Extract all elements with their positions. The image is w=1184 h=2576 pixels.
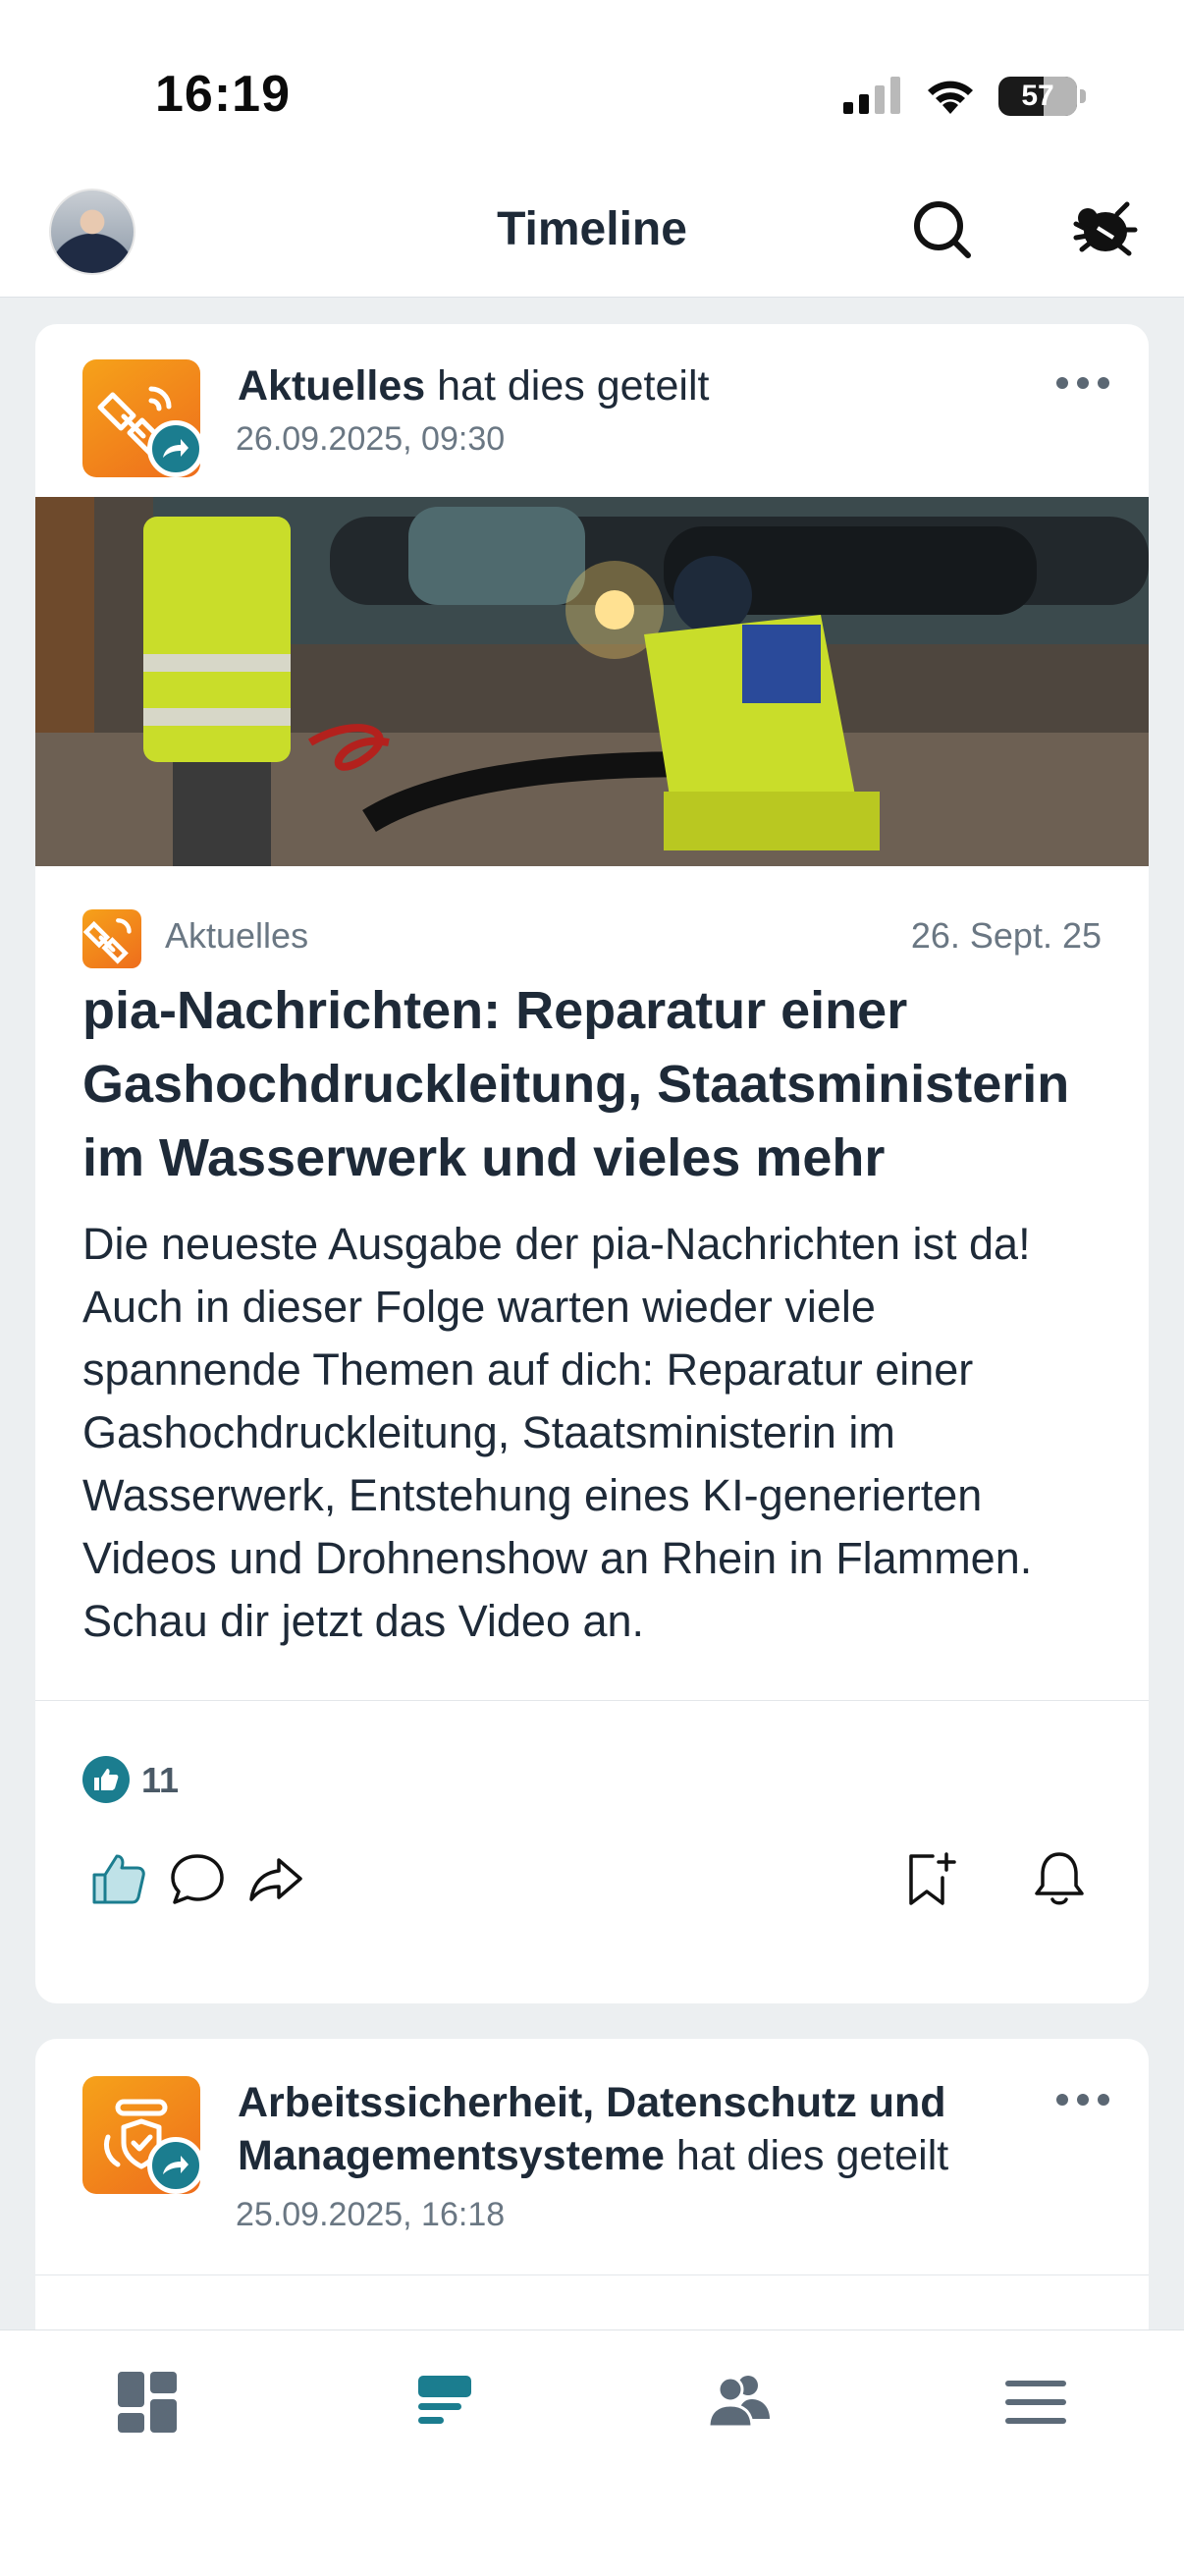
post-share-header: Arbeitssicherheit, Datenschutz und Manag…: [35, 2039, 1149, 2275]
shared-date: 26.09.2025, 09:30: [236, 420, 506, 458]
shared-date: 25.09.2025, 16:18: [236, 2196, 506, 2233]
people-icon[interactable]: [705, 2368, 774, 2437]
like-count-icon: [82, 1756, 130, 1803]
shared-by-text: Arbeitssicherheit, Datenschutz und Manag…: [238, 2076, 1023, 2182]
post-actions: [35, 1807, 1149, 1950]
comment-button[interactable]: [167, 1848, 228, 1909]
post-title[interactable]: pia-Nachrichten: Reparatur einer Gashoch…: [82, 974, 1102, 1195]
menu-icon[interactable]: [1001, 2368, 1070, 2437]
battery-icon: 57: [998, 77, 1077, 116]
status-time: 16:19: [155, 66, 291, 123]
notification-bell-button[interactable]: [1029, 1848, 1090, 1909]
page-title: Timeline: [497, 203, 687, 255]
post-body: Die neueste Ausgabe der pia-Nachrichten …: [82, 1219, 1033, 1646]
source-name[interactable]: Aktuelles: [165, 915, 308, 957]
timeline-icon[interactable]: [410, 2368, 479, 2437]
source-date: 26. Sept. 25: [910, 915, 1102, 956]
source-logo[interactable]: [82, 909, 141, 968]
shared-by-channel[interactable]: Arbeitssicherheit, Datenschutz und: [238, 2079, 946, 2126]
share-badge-icon: [147, 420, 204, 477]
post-card[interactable]: Aktuelles hat dies geteilt 26.09.2025, 0…: [35, 324, 1149, 2003]
search-icon[interactable]: [907, 194, 978, 265]
status-icons: 57: [843, 73, 1086, 120]
cellular-signal-icon: [843, 77, 900, 114]
bug-icon[interactable]: [1068, 194, 1139, 265]
share-button[interactable]: [245, 1848, 306, 1909]
shared-suffix: hat dies geteilt: [675, 2132, 949, 2179]
like-button[interactable]: [88, 1848, 149, 1909]
like-count: 11: [141, 1760, 180, 1800]
more-options-icon[interactable]: [1056, 2094, 1109, 2106]
shared-suffix: hat dies geteilt: [437, 362, 710, 410]
satellite-icon: [82, 918, 132, 964]
welding-photo: [35, 497, 1149, 866]
battery-level: 57: [1021, 80, 1054, 112]
shared-by-channel-cont[interactable]: Managementsysteme: [238, 2132, 665, 2179]
bookmark-add-button[interactable]: [899, 1848, 960, 1909]
reaction-summary[interactable]: 11: [35, 1701, 1149, 1807]
more-options-icon[interactable]: [1056, 377, 1109, 389]
top-app-bar: Timeline: [0, 177, 1184, 298]
shared-by-text: Aktuelles hat dies geteilt: [238, 359, 709, 412]
post-share-header: Aktuelles hat dies geteilt 26.09.2025, 0…: [35, 324, 1149, 497]
wifi-icon: [928, 81, 973, 114]
share-badge-icon: [147, 2137, 204, 2194]
dashboard-icon[interactable]: [114, 2368, 183, 2437]
post-image[interactable]: [35, 497, 1149, 866]
shared-by-channel[interactable]: Aktuelles: [238, 362, 425, 410]
bottom-navigation: [0, 2329, 1184, 2576]
post-source-row: Aktuelles 26. Sept. 25: [35, 866, 1149, 974]
status-bar: 16:19 57: [0, 0, 1184, 177]
